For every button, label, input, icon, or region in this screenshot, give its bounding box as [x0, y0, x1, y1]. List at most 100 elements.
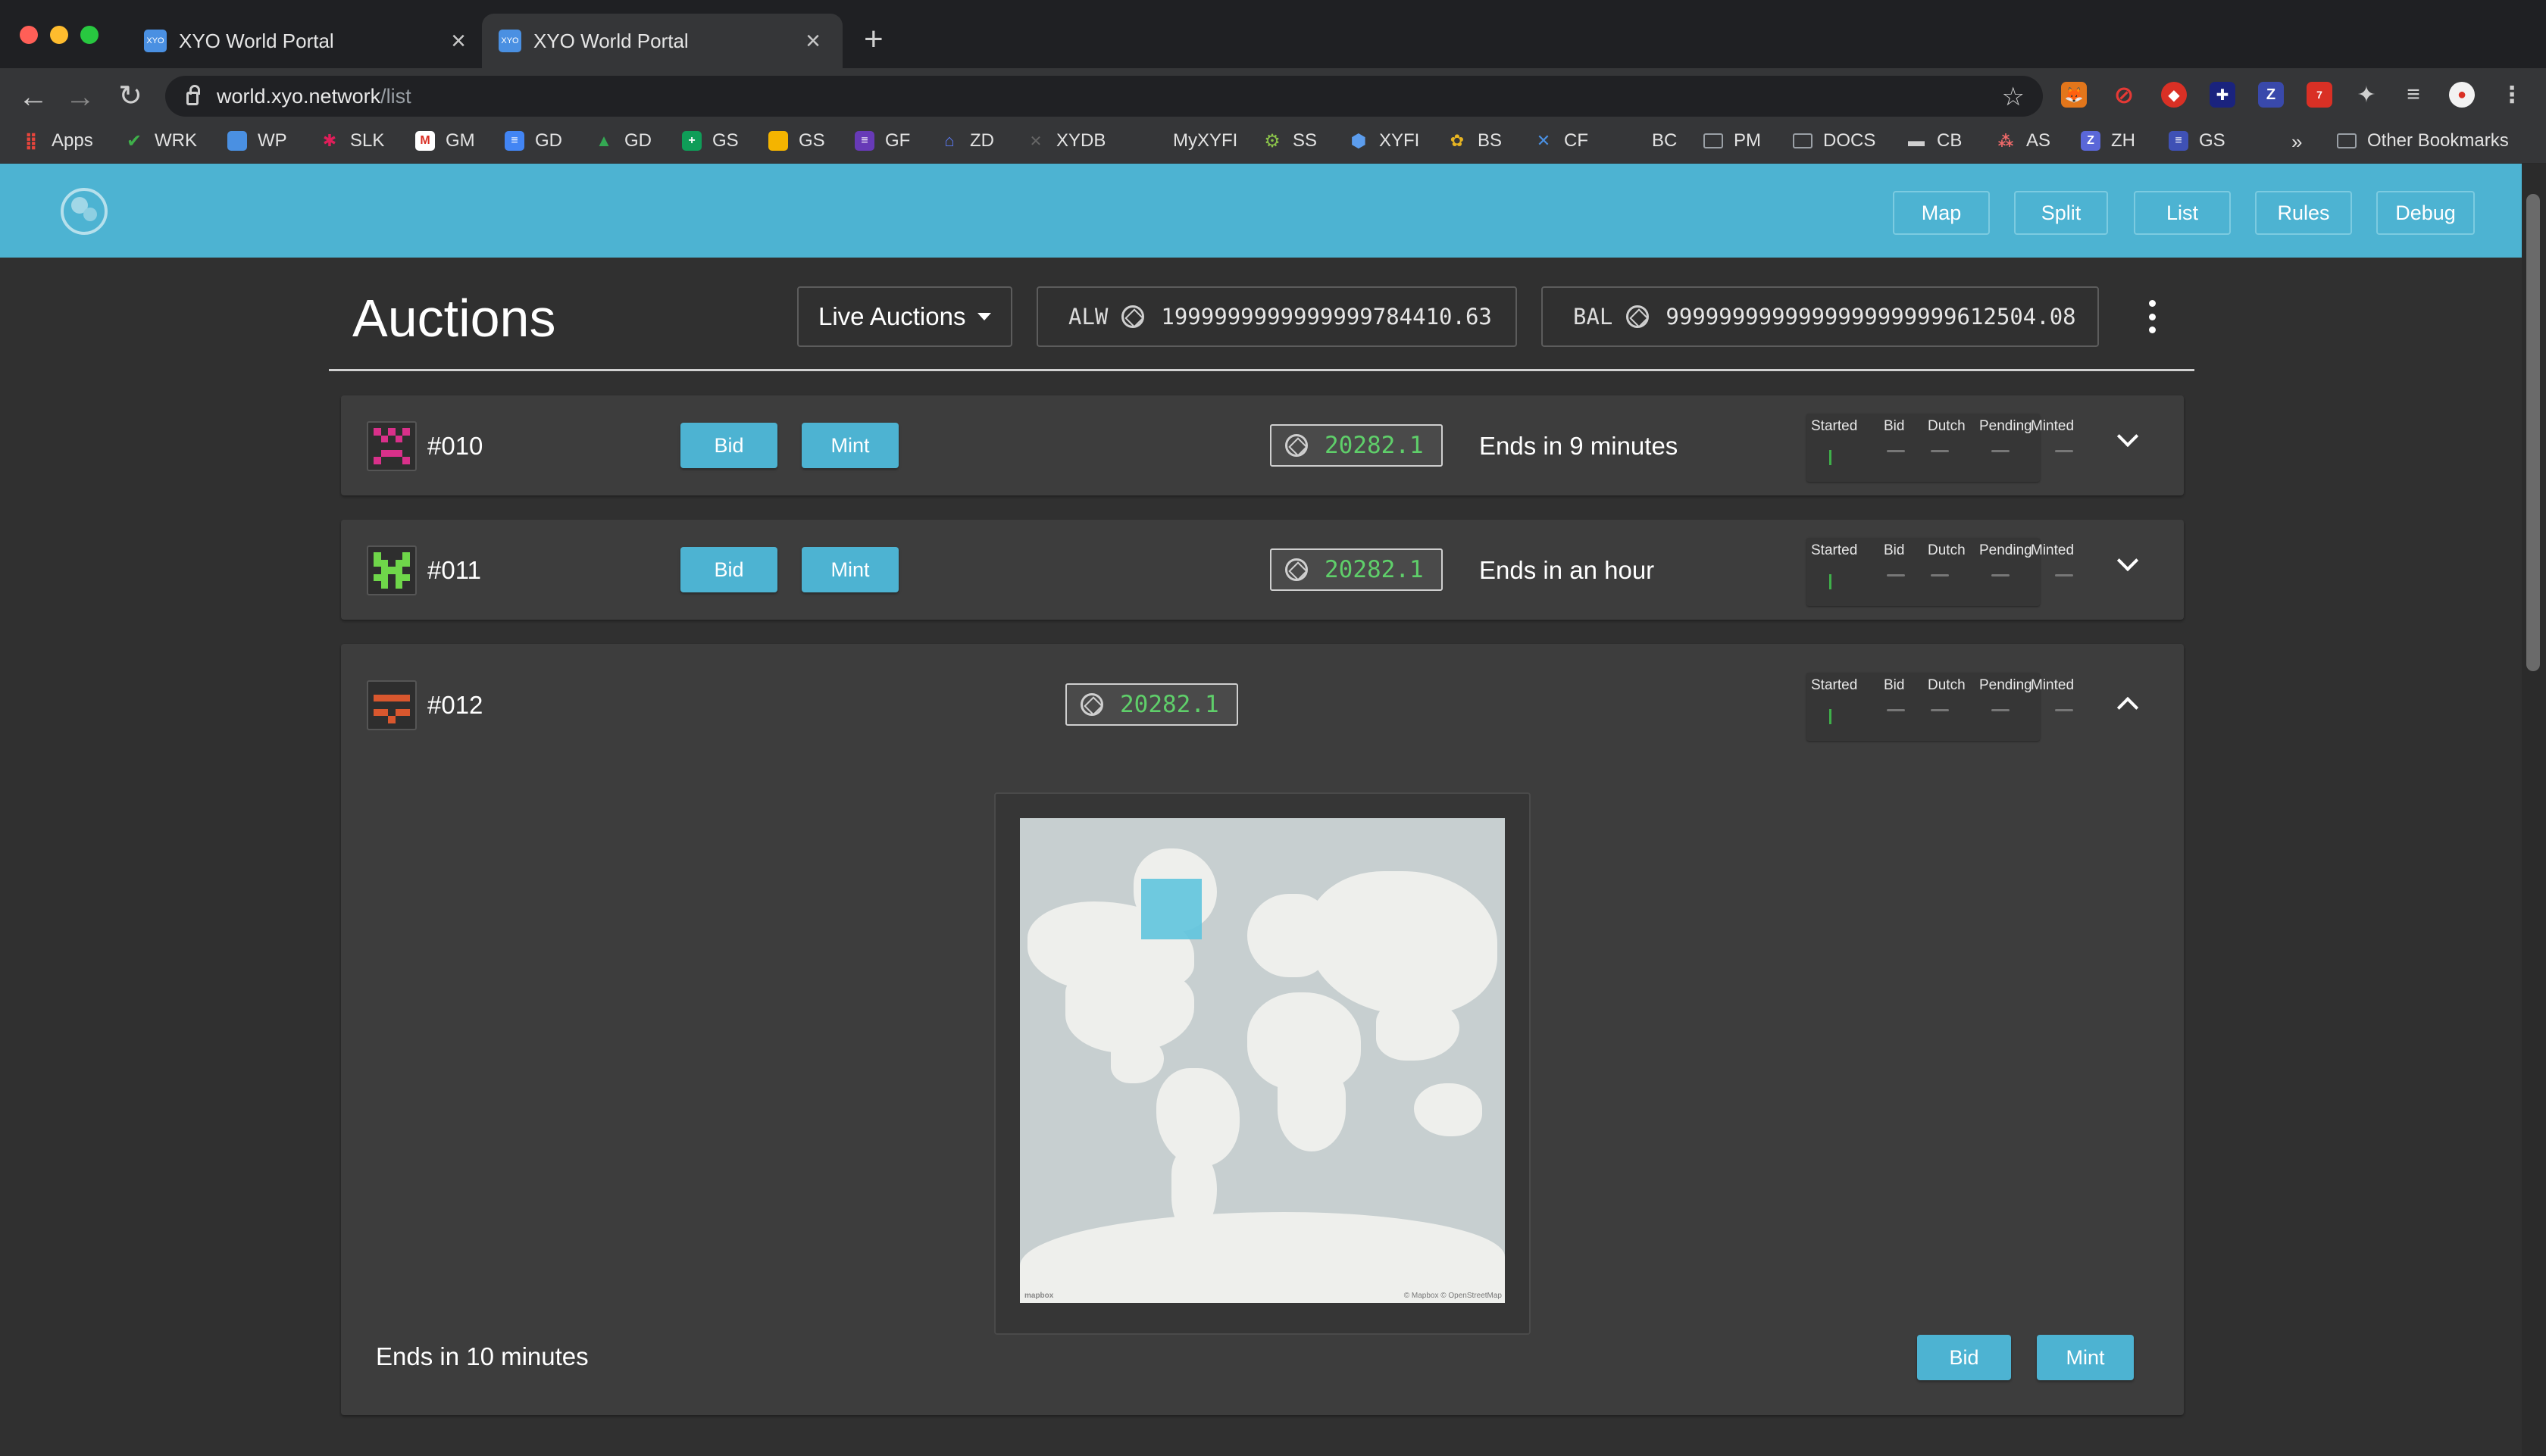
mint-button[interactable]: Mint	[802, 423, 899, 468]
nav-debug-button[interactable]: Debug	[2376, 191, 2475, 235]
bal-label: BAL	[1573, 304, 1613, 330]
map-attribution[interactable]: © Mapbox © OpenStreetMap	[1404, 1292, 1502, 1300]
auction-price: 20282.1	[1270, 424, 1443, 467]
land-africa	[1278, 1068, 1346, 1151]
bookmark-item[interactable]: ≡ GD	[505, 130, 562, 152]
nav-map-button[interactable]: Map	[1893, 191, 1990, 235]
alw-label: ALW	[1068, 304, 1109, 330]
bookmark-item[interactable]: ✕ CF	[1534, 130, 1588, 152]
auction-filter-select[interactable]: Live Auctions	[797, 286, 1012, 347]
browser-tab[interactable]: XYO XYO World Portal ×	[127, 14, 488, 68]
bookmark-item[interactable]: ✿ BS	[1447, 130, 1502, 152]
browser-tab-active[interactable]: XYO XYO World Portal ×	[482, 14, 843, 68]
close-window-button[interactable]	[20, 26, 38, 44]
blocker-extension-icon[interactable]: ⊘	[2111, 81, 2137, 108]
other-bookmarks-folder[interactable]: Other Bookmarks	[2337, 130, 2509, 152]
gear-icon: ⚙	[1264, 130, 1281, 152]
forward-arrow-icon[interactable]: →	[62, 82, 99, 112]
bookmark-item[interactable]: ⌂ ZD	[940, 130, 994, 152]
world-map[interactable]: mapbox © Mapbox © OpenStreetMap	[1020, 818, 1505, 1303]
profile-avatar[interactable]: ●	[2449, 82, 2475, 108]
chevron-up-icon[interactable]	[2116, 696, 2139, 719]
status-col-bid: Bid	[1884, 418, 1905, 434]
status-col-started: Started	[1811, 677, 1858, 693]
chevron-down-icon[interactable]	[2116, 425, 2139, 448]
auction-ends: Ends in 10 minutes	[376, 1342, 589, 1370]
address-bar[interactable]: world.xyo.network/list ☆	[165, 76, 2043, 117]
status-col-started: Started	[1811, 542, 1858, 558]
bookmark-folder[interactable]: DOCS	[1793, 130, 1875, 152]
new-tab-icon[interactable]: +	[864, 23, 884, 56]
shield-extension-icon[interactable]: ◆	[2161, 82, 2187, 108]
status-col-pending: Pending	[1979, 418, 2032, 434]
z-extension-icon[interactable]: Z	[2258, 82, 2284, 108]
calendar-extension-icon[interactable]: 7	[2307, 82, 2332, 108]
land-antarctica	[1020, 1212, 1505, 1303]
flag-extension-icon[interactable]: ✚	[2210, 82, 2235, 108]
reload-icon[interactable]: ↻	[112, 82, 149, 111]
metamask-extension-icon[interactable]: 🦊	[2061, 82, 2087, 108]
bookmark-item[interactable]: ⚙ SS	[1262, 130, 1317, 152]
bookmark-item[interactable]: ⁂ AS	[1996, 130, 2050, 152]
xyo-favicon-icon: XYO	[499, 30, 521, 52]
bookmark-item[interactable]: ✔ WRK	[124, 130, 197, 152]
chevron-down-icon[interactable]	[2116, 549, 2139, 572]
bid-button[interactable]: Bid	[680, 547, 777, 592]
reading-list-icon[interactable]: ≡	[2401, 82, 2426, 108]
caret-down-icon	[977, 313, 992, 320]
bookmark-item[interactable]: GS	[768, 130, 825, 152]
bookmark-item[interactable]: ⣿ Apps	[21, 130, 92, 152]
gmail-icon: M	[415, 131, 435, 151]
blank-icon	[1622, 131, 1641, 151]
bookmark-item[interactable]: M GM	[415, 130, 475, 152]
mapbox-logo[interactable]: mapbox	[1024, 1292, 1053, 1300]
bookmark-item[interactable]: ▬ CB	[1906, 130, 1962, 152]
scrollbar-thumb[interactable]	[2526, 194, 2540, 671]
tab-close-icon[interactable]: ×	[446, 28, 471, 54]
bookmark-item[interactable]: ≡ GF	[855, 130, 910, 152]
bookmark-star-icon[interactable]: ☆	[2002, 82, 2025, 112]
more-options-icon[interactable]	[2147, 300, 2157, 333]
auction-status-table: Started Bid Dutch Pending Minted	[1806, 538, 2074, 606]
bookmark-item[interactable]: WP	[227, 130, 287, 152]
auction-region-highlight[interactable]	[1141, 879, 1202, 939]
xyo-coin-icon	[1285, 558, 1308, 581]
bookmark-item[interactable]: ✱ SLK	[320, 130, 385, 152]
xyo-logo-icon[interactable]	[61, 188, 108, 235]
auction-card[interactable]: #011 Bid Mint 20282.1 Ends in an hour St…	[341, 520, 2184, 620]
apps-grid-icon: ⣿	[24, 131, 38, 150]
bookmark-item[interactable]: ⬢ XYFI	[1349, 130, 1420, 152]
z-icon: Z	[2081, 131, 2100, 151]
bookmarks-overflow-button[interactable]: »	[2291, 130, 2302, 154]
bookmark-item[interactable]: BC	[1622, 130, 1677, 152]
nav-list-button[interactable]: List	[2134, 191, 2231, 235]
bid-button[interactable]: Bid	[680, 423, 777, 468]
bookmark-item[interactable]: MyXYFI	[1143, 130, 1237, 152]
browser-menu-icon[interactable]: ⋮	[2499, 82, 2525, 108]
minimize-window-button[interactable]	[50, 26, 68, 44]
tab-title: XYO World Portal	[179, 29, 334, 52]
bid-button[interactable]: Bid	[1917, 1335, 2011, 1380]
auction-avatar	[367, 545, 417, 595]
auction-avatar	[367, 680, 417, 730]
bookmark-item[interactable]: Z ZH	[2081, 130, 2135, 152]
wp-icon	[227, 131, 247, 151]
bookmark-folder[interactable]: PM	[1703, 130, 1761, 152]
mint-button[interactable]: Mint	[2037, 1335, 2134, 1380]
nav-split-button[interactable]: Split	[2014, 191, 2108, 235]
back-arrow-icon[interactable]: ←	[15, 82, 52, 112]
auction-avatar	[367, 421, 417, 471]
bookmark-item[interactable]: ≡ GS	[2169, 130, 2225, 152]
nav-rules-button[interactable]: Rules	[2255, 191, 2352, 235]
zoom-window-button[interactable]	[80, 26, 99, 44]
auction-card[interactable]: #010 Bid Mint 20282.1 Ends in 9 minutes …	[341, 395, 2184, 495]
bookmark-item[interactable]: ✕ XYDB	[1026, 130, 1106, 152]
dash-icon	[1931, 574, 1949, 576]
tab-close-icon[interactable]: ×	[800, 28, 826, 54]
browser-tab-strip: XYO XYO World Portal × XYO XYO World Por…	[0, 0, 2546, 68]
auction-id: #012	[427, 691, 483, 719]
extensions-puzzle-icon[interactable]: ✦	[2354, 82, 2379, 108]
bookmark-item[interactable]: + GS	[682, 130, 739, 152]
mint-button[interactable]: Mint	[802, 547, 899, 592]
bookmark-item[interactable]: ▲ GD	[594, 130, 652, 152]
